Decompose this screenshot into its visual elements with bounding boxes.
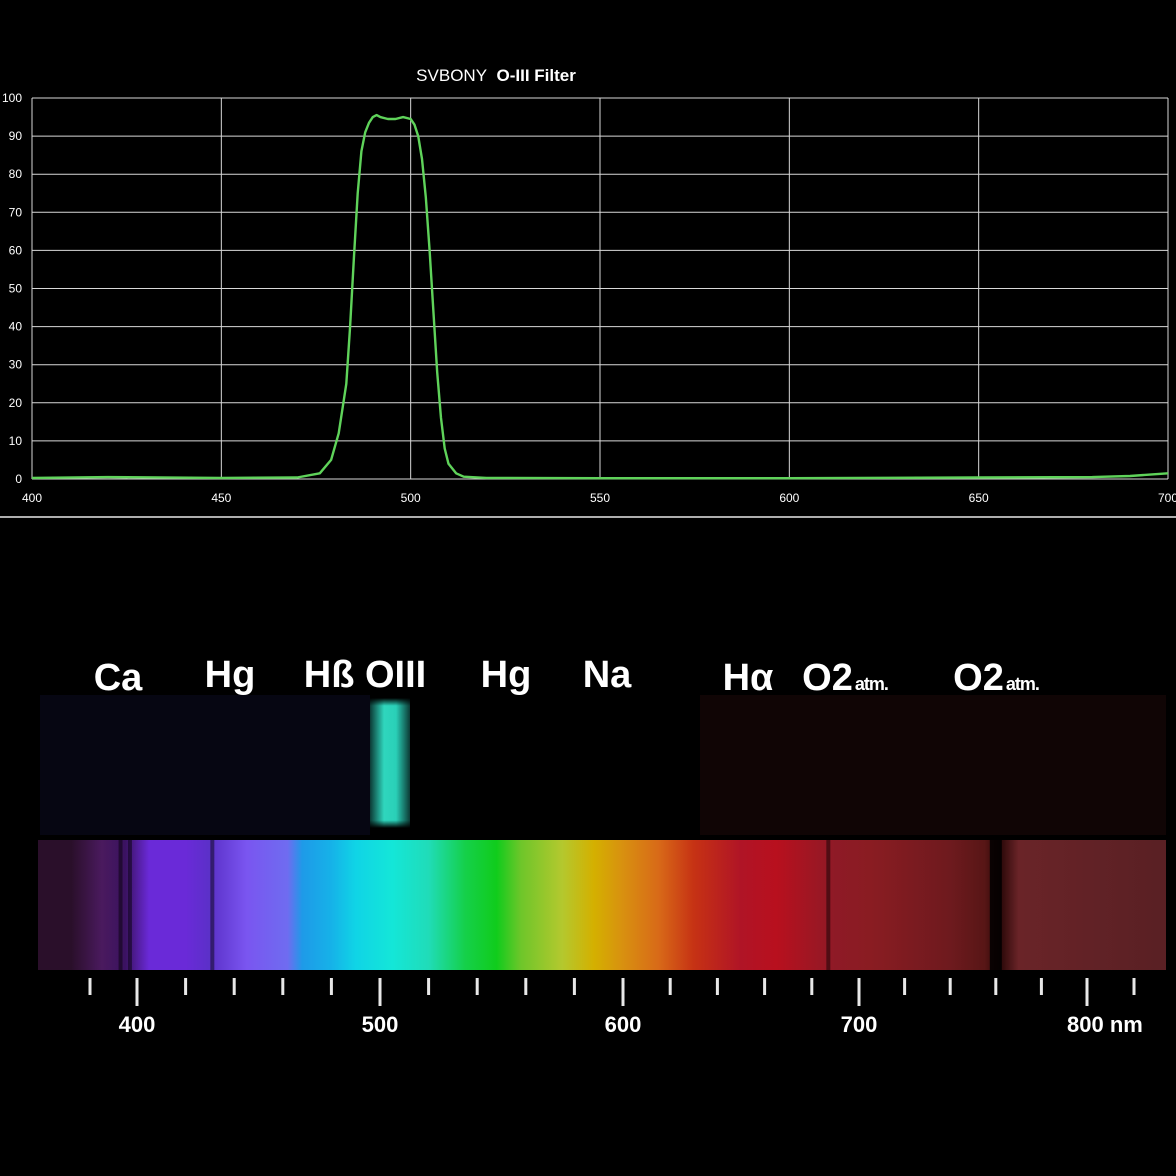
minor-tick (763, 978, 767, 995)
element-label-main: Hα (723, 657, 774, 699)
minor-tick (948, 978, 952, 995)
minor-tick (88, 978, 92, 995)
minor-tick (903, 978, 907, 995)
element-label: Ca (94, 657, 143, 699)
x-tick-label: 700 (1158, 491, 1176, 505)
element-label-main: Na (583, 654, 632, 696)
y-tick-label: 20 (9, 396, 23, 410)
element-label: Hg (205, 654, 256, 696)
wavelength-label: 600 (605, 1012, 642, 1037)
y-tick-labels: 0 10 20 30 40 50 60 70 80 90 100 (2, 91, 22, 486)
major-tick (621, 978, 625, 1006)
minor-tick (994, 978, 998, 995)
absorption-line (118, 840, 123, 970)
spectrum-panel: Ca Hg Hß OIII Hg Na Hα O2 atm. O2 atm. 400 500 600 7… (38, 654, 1166, 1037)
major-tick (378, 978, 382, 1006)
wavelength-label: 800 nm (1067, 1012, 1143, 1037)
x-tick-label: 550 (590, 491, 610, 505)
element-label: Hα (723, 657, 774, 699)
absorption-backdrop-violet (40, 695, 370, 835)
minor-tick (668, 978, 672, 995)
minor-tick (572, 978, 576, 995)
chart-title: SVBONY O-III Filter (416, 66, 576, 85)
y-tick-label: 10 (9, 434, 23, 448)
minor-tick (475, 978, 479, 995)
wavelength-label: 400 (119, 1012, 156, 1037)
chart-canvas: SVBONY O-III Filter 0 10 20 30 40 50 60 70 80 90 1… (0, 66, 1176, 1037)
element-label-main: O2 (802, 657, 853, 699)
y-tick-label: 50 (9, 282, 23, 296)
x-tick-label: 450 (211, 491, 231, 505)
element-label-main: Hg (481, 654, 532, 696)
minor-tick (184, 978, 188, 995)
element-label-main: O2 (953, 657, 1004, 699)
major-tick (857, 978, 861, 1006)
element-label: Hg (481, 654, 532, 696)
x-tick-label: 650 (969, 491, 989, 505)
element-label: O2 atm. (953, 657, 1039, 699)
y-tick-label: 80 (9, 167, 23, 181)
absorption-line (210, 840, 215, 970)
element-label: O2 atm. (802, 657, 888, 699)
y-tick-label: 0 (15, 472, 22, 486)
wavelength-ticks (88, 978, 1136, 1006)
absorption-line (127, 840, 132, 970)
minor-tick (524, 978, 528, 995)
transmission-chart: SVBONY O-III Filter 0 10 20 30 40 50 60 70 80 90 1… (0, 66, 1176, 518)
minor-tick (427, 978, 431, 995)
element-labels: Ca Hg Hß OIII Hg Na Hα O2 atm. O2 atm. (94, 654, 1040, 699)
absorption-line (989, 840, 1002, 970)
major-tick (135, 978, 139, 1006)
element-label-sub: atm. (1006, 674, 1039, 694)
y-tick-label: 60 (9, 243, 23, 257)
wavelength-label: 500 (362, 1012, 399, 1037)
major-tick (1085, 978, 1089, 1006)
wavelength-label: 700 (841, 1012, 878, 1037)
minor-tick (1132, 978, 1136, 995)
chart-title-product: O-III Filter (496, 66, 576, 85)
y-tick-label: 90 (9, 129, 23, 143)
minor-tick (329, 978, 333, 995)
chart-title-brand: SVBONY (416, 66, 487, 85)
element-label-sub: atm. (855, 674, 888, 694)
element-label: Hß OIII (304, 654, 426, 696)
minor-tick (281, 978, 285, 995)
y-tick-label: 70 (9, 205, 23, 219)
element-label-main: Hg (205, 654, 256, 696)
element-label-main: Ca (94, 657, 143, 699)
x-tick-label: 400 (22, 491, 42, 505)
y-tick-label: 100 (2, 91, 22, 105)
minor-tick (810, 978, 814, 995)
element-label-main: Hß OIII (304, 654, 426, 696)
grid-lines (31, 97, 1169, 480)
absorption-backdrop-red (700, 695, 1166, 835)
absorption-line (826, 840, 831, 970)
minor-tick (1039, 978, 1043, 995)
minor-tick (232, 978, 236, 995)
element-label: Na (583, 654, 632, 696)
emission-band (370, 698, 410, 828)
x-tick-labels: 400 450 500 550 600 650 700 (22, 491, 1176, 505)
y-tick-label: 40 (9, 320, 23, 334)
wavelength-labels: 400 500 600 700 800 nm (119, 1012, 1143, 1037)
x-tick-label: 500 (401, 491, 421, 505)
x-tick-label: 600 (779, 491, 799, 505)
y-tick-label: 30 (9, 358, 23, 372)
minor-tick (715, 978, 719, 995)
